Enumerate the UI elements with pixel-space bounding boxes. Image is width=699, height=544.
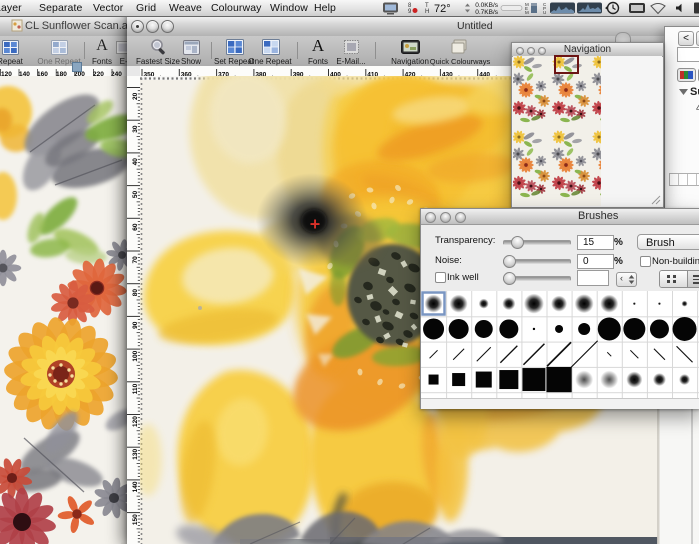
svg-text:90: 90 — [132, 321, 139, 329]
svg-text:40: 40 — [132, 158, 139, 166]
svg-text:0.7KB/s: 0.7KB/s — [475, 9, 499, 16]
svg-text:20: 20 — [132, 92, 139, 100]
svg-text:0.0KB/s: 0.0KB/s — [475, 2, 499, 9]
svg-text:80: 80 — [132, 289, 139, 297]
svg-text:U: U — [543, 10, 546, 15]
svg-text:M: M — [525, 10, 529, 15]
svg-text:60: 60 — [132, 223, 139, 231]
svg-text:72°: 72° — [434, 3, 451, 15]
svg-text:50: 50 — [132, 190, 139, 198]
svg-text:30: 30 — [132, 125, 139, 133]
svg-text:70: 70 — [132, 256, 139, 264]
svg-text:9: 9 — [408, 9, 412, 15]
svg-text:H: H — [425, 9, 429, 15]
